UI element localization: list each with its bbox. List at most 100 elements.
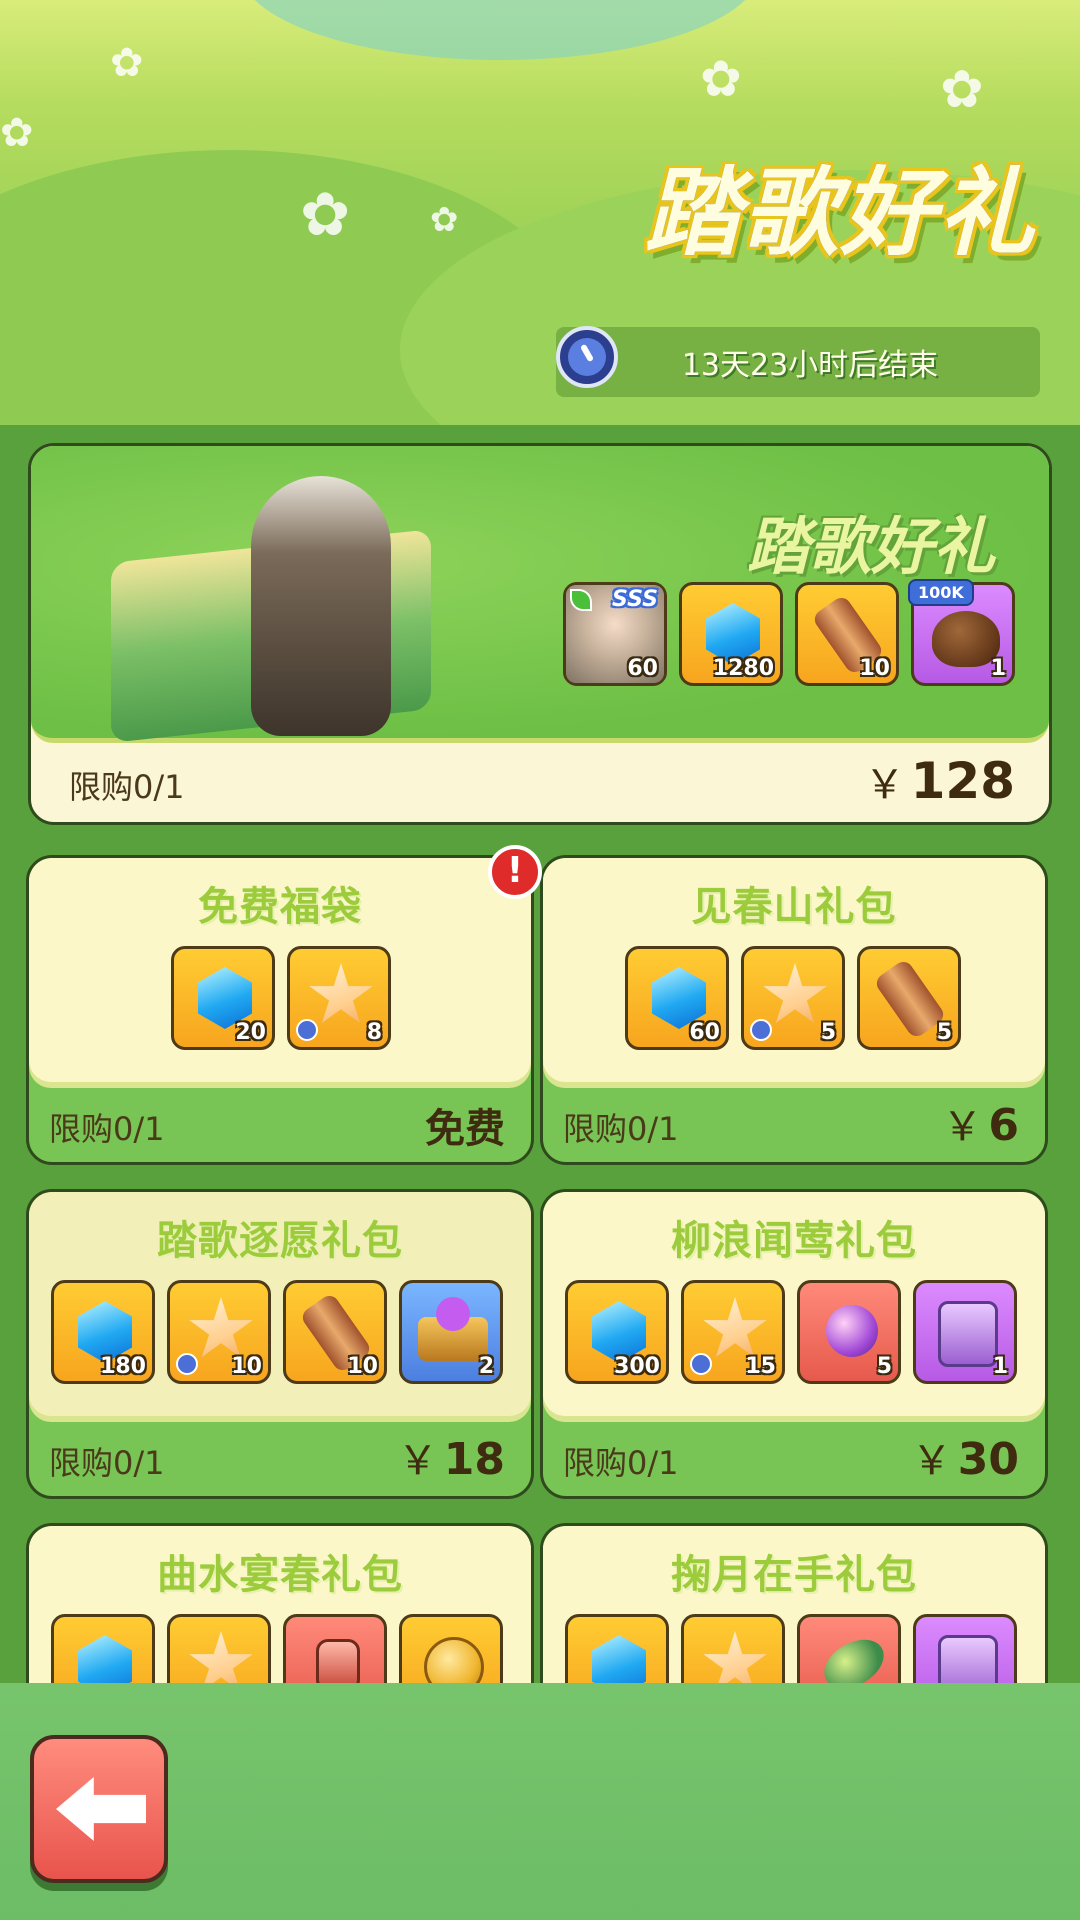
sky-decoration — [240, 0, 760, 60]
price-value: 30 — [957, 1434, 1019, 1485]
amount-tag: 100K — [908, 579, 974, 606]
timed-clock-icon — [176, 1353, 198, 1375]
item-quantity: 10 — [347, 1354, 378, 1379]
flower-decoration: ✿ — [430, 200, 459, 240]
gold-coin-icon — [424, 1637, 484, 1683]
item-quantity: 300 — [614, 1354, 660, 1379]
pack-item[interactable]: 20 — [171, 946, 275, 1050]
pack-item[interactable] — [797, 1614, 901, 1683]
pack-item[interactable] — [167, 1614, 271, 1683]
flower-decoration: ✿ — [110, 40, 144, 86]
currency-symbol: ￥ — [397, 1438, 438, 1484]
timed-clock-icon — [690, 1353, 712, 1375]
event-timer-text: 13天23小时后结束 — [681, 348, 939, 383]
pack-item[interactable]: 180 — [51, 1280, 155, 1384]
item-quantity: 60 — [627, 656, 658, 681]
pack-card-free-bag[interactable]: 免费福袋 20 8 限购0/1 免费 — [26, 855, 534, 1165]
pack-item[interactable]: 2 — [399, 1280, 503, 1384]
stone-tablet-icon — [938, 1635, 998, 1683]
price-button[interactable]: ￥ 6 — [942, 1094, 1019, 1152]
item-quantity: 60 — [689, 1020, 720, 1045]
item-quantity: 5 — [936, 1020, 952, 1045]
star-icon — [189, 1631, 253, 1683]
currency-symbol: ￥ — [942, 1104, 983, 1150]
item-quantity: 1 — [990, 656, 1006, 681]
price-value: 6 — [988, 1100, 1019, 1151]
pack-item[interactable]: 5 — [857, 946, 961, 1050]
timed-clock-icon — [750, 1019, 772, 1041]
purchase-limit: 限购0/1 — [563, 1110, 679, 1148]
pack-title: 曲水宴春礼包 — [157, 1552, 403, 1598]
potion-icon — [316, 1639, 360, 1683]
pack-card-qushui-yanchun[interactable]: 曲水宴春礼包 — [26, 1523, 534, 1683]
item-quantity: 15 — [745, 1354, 776, 1379]
star-icon — [763, 963, 827, 1024]
featured-item-hero[interactable]: SSS 60 — [563, 582, 667, 686]
purchase-limit: 限购0/1 — [49, 1110, 165, 1148]
flower-decoration: ✿ — [0, 110, 34, 156]
pack-item[interactable]: 5 — [797, 1280, 901, 1384]
pack-item[interactable]: 10 — [283, 1280, 387, 1384]
pack-item[interactable]: 10 — [167, 1280, 271, 1384]
price-value: 18 — [443, 1434, 505, 1485]
pack-card-liulang-wenying[interactable]: 柳浪闻莺礼包 300 15 5 1 限购0/1 ￥ 30 — [540, 1189, 1048, 1499]
price-button[interactable]: ￥ 30 — [912, 1428, 1019, 1486]
pack-title: 见春山礼包 — [691, 884, 897, 930]
hero-character-art — [251, 476, 391, 736]
flower-decoration: ✿ — [940, 60, 984, 120]
currency-symbol: ￥ — [864, 762, 905, 808]
featured-pack-card[interactable]: 踏歌好礼 SSS 60 1280 10 100K 1 限购0/1 ￥ 128 — [28, 443, 1052, 825]
item-quantity: 180 — [100, 1354, 146, 1379]
pack-item[interactable]: 300 — [565, 1280, 669, 1384]
back-arrow-icon — [56, 1777, 146, 1841]
pack-card-jianchunshan[interactable]: 见春山礼包 60 5 5 限购0/1 ￥ 6 — [540, 855, 1048, 1165]
pack-card-juyue-zaishou[interactable]: 掬月在手礼包 — [540, 1523, 1048, 1683]
pack-item[interactable]: 5 — [741, 946, 845, 1050]
featured-price-button[interactable]: ￥ 128 — [865, 752, 1015, 810]
event-banner: ✿ ✿ ✿ ✿ ✿ ✿ 踏歌好礼 13天23小时后结束 — [0, 0, 1080, 425]
diamond-icon — [78, 1635, 132, 1683]
flower-decoration: ✿ — [700, 50, 742, 108]
pack-title: 踏歌逐愿礼包 — [157, 1218, 403, 1264]
featured-item-coin-bag[interactable]: 100K 1 — [908, 579, 1015, 686]
featured-item-scroll[interactable]: 10 — [795, 582, 899, 686]
item-quantity: 20 — [235, 1020, 266, 1045]
pack-item[interactable]: 15 — [681, 1280, 785, 1384]
stone-tablet-icon — [938, 1301, 998, 1367]
timed-clock-icon — [296, 1019, 318, 1041]
pack-item[interactable] — [51, 1614, 155, 1683]
pack-item[interactable] — [283, 1614, 387, 1683]
event-title: 踏歌好礼 — [644, 157, 1036, 269]
pack-card-tage-zhuyuan[interactable]: 踏歌逐愿礼包 180 10 10 2 限购0/1 ￥ 18 — [26, 1189, 534, 1499]
pack-item[interactable] — [681, 1614, 785, 1683]
pack-item[interactable] — [565, 1614, 669, 1683]
item-quantity: 1280 — [712, 656, 774, 681]
clock-icon — [556, 326, 618, 388]
item-quantity: 10 — [859, 656, 890, 681]
back-button[interactable] — [30, 1735, 168, 1883]
featured-pack-title: 踏歌好礼 — [746, 510, 995, 583]
pack-item[interactable] — [913, 1614, 1017, 1683]
purchase-limit: 限购0/1 — [49, 1444, 165, 1482]
diamond-icon — [592, 1635, 646, 1683]
item-quantity: 2 — [478, 1354, 494, 1379]
item-quantity: 10 — [231, 1354, 262, 1379]
featured-pack-illustration — [51, 466, 471, 743]
item-quantity: 5 — [876, 1354, 892, 1379]
flower-decoration: ✿ — [300, 180, 351, 250]
purple-scroll-icon — [826, 1305, 878, 1357]
price-button[interactable]: ￥ 18 — [398, 1428, 505, 1486]
price-value: 128 — [910, 752, 1015, 810]
free-claim-button[interactable]: 免费 — [425, 1096, 505, 1154]
pack-item[interactable]: 1 — [913, 1280, 1017, 1384]
star-icon — [703, 1631, 767, 1683]
pack-item[interactable]: 60 — [625, 946, 729, 1050]
pack-list[interactable]: 踏歌好礼 SSS 60 1280 10 100K 1 限购0/1 ￥ 128 免费… — [0, 425, 1080, 1683]
star-icon — [309, 963, 373, 1024]
pack-title: 柳浪闻莺礼包 — [671, 1218, 917, 1264]
featured-item-diamond[interactable]: 1280 — [679, 582, 783, 686]
bean-pod-icon — [815, 1629, 893, 1683]
pack-item[interactable]: 8 — [287, 946, 391, 1050]
pack-item[interactable] — [399, 1614, 503, 1683]
currency-symbol: ￥ — [911, 1438, 952, 1484]
